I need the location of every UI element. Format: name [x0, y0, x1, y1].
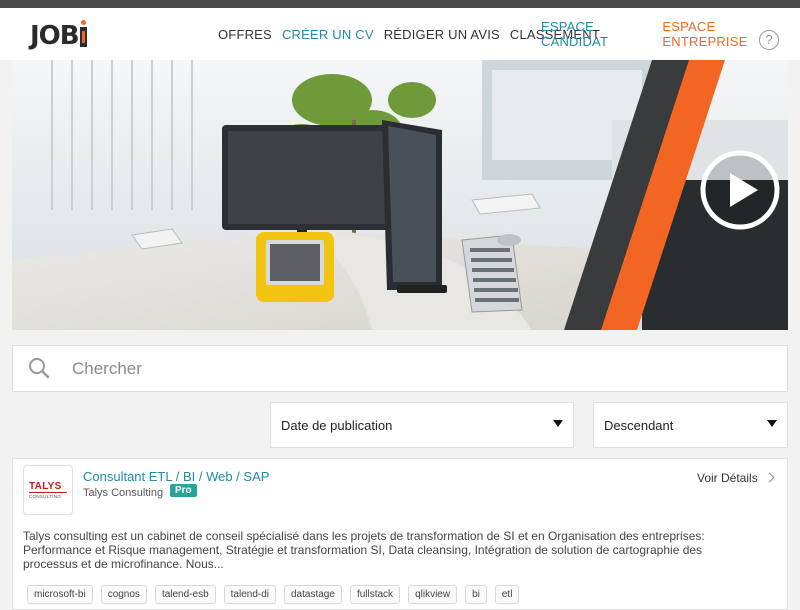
nav-rediger-avis[interactable]: RÉDIGER UN AVIS — [384, 27, 500, 42]
top-strip — [0, 0, 800, 8]
jobi-logo[interactable]: JOB — [30, 20, 87, 50]
view-details-link[interactable]: Voir Détails — [697, 471, 775, 485]
company-logo-rule — [29, 492, 67, 493]
hero-banner — [12, 60, 788, 330]
play-icon[interactable] — [700, 150, 780, 230]
job-description: Talys consulting est un cabinet de conse… — [23, 529, 705, 571]
tag-list: microsoft-bi cognos talend-esb talend-di… — [27, 585, 527, 604]
company-logo[interactable]: TALYS CONSULTING — [23, 465, 73, 515]
nav-offres[interactable]: OFFRES — [218, 27, 272, 42]
job-title[interactable]: Consultant ETL / BI / Web / SAP — [83, 469, 269, 484]
tag[interactable]: talend-di — [223, 585, 276, 604]
tag[interactable]: talend-esb — [154, 585, 216, 604]
chevron-right-icon — [764, 472, 775, 483]
search-bar — [12, 345, 788, 392]
search-icon[interactable] — [28, 357, 50, 384]
tag[interactable]: cognos — [100, 585, 147, 604]
tag[interactable]: qlikview — [408, 585, 458, 604]
job-card[interactable]: TALYS CONSULTING Consultant ETL / BI / W… — [12, 458, 788, 610]
help-icon[interactable]: ? — [759, 30, 779, 50]
sort-field-select[interactable]: Date de publication — [270, 402, 574, 448]
company-logo-text: TALYS — [29, 481, 62, 492]
tag[interactable]: bi — [465, 585, 487, 604]
office-photo — [12, 60, 788, 330]
site-header: JOB OFFRES CRÉER UN CV RÉDIGER UN AVIS C… — [0, 8, 800, 60]
company-name: Talys Consulting — [83, 487, 164, 499]
pro-badge: Pro — [170, 484, 197, 497]
view-details-label: Voir Détails — [697, 471, 758, 485]
tag[interactable]: datastage — [284, 585, 342, 604]
nav-creer-cv[interactable]: CRÉER UN CV — [282, 27, 374, 42]
sort-order-value: Descendant — [604, 418, 674, 433]
tag[interactable]: fullstack — [349, 585, 401, 604]
logo-i-mark — [79, 20, 87, 47]
tag[interactable]: microsoft-bi — [27, 585, 93, 604]
tag[interactable]: etl — [494, 585, 520, 604]
search-input[interactable] — [70, 352, 764, 386]
caret-down-icon — [767, 420, 777, 427]
caret-down-icon — [553, 420, 563, 427]
logo-text: JOB — [30, 21, 80, 51]
sort-order-select[interactable]: Descendant — [593, 402, 788, 448]
espace-candidat-link[interactable]: ESPACE CANDIDAT — [541, 19, 652, 49]
sort-field-value: Date de publication — [281, 418, 393, 433]
company-logo-subtext: CONSULTING — [29, 494, 62, 499]
